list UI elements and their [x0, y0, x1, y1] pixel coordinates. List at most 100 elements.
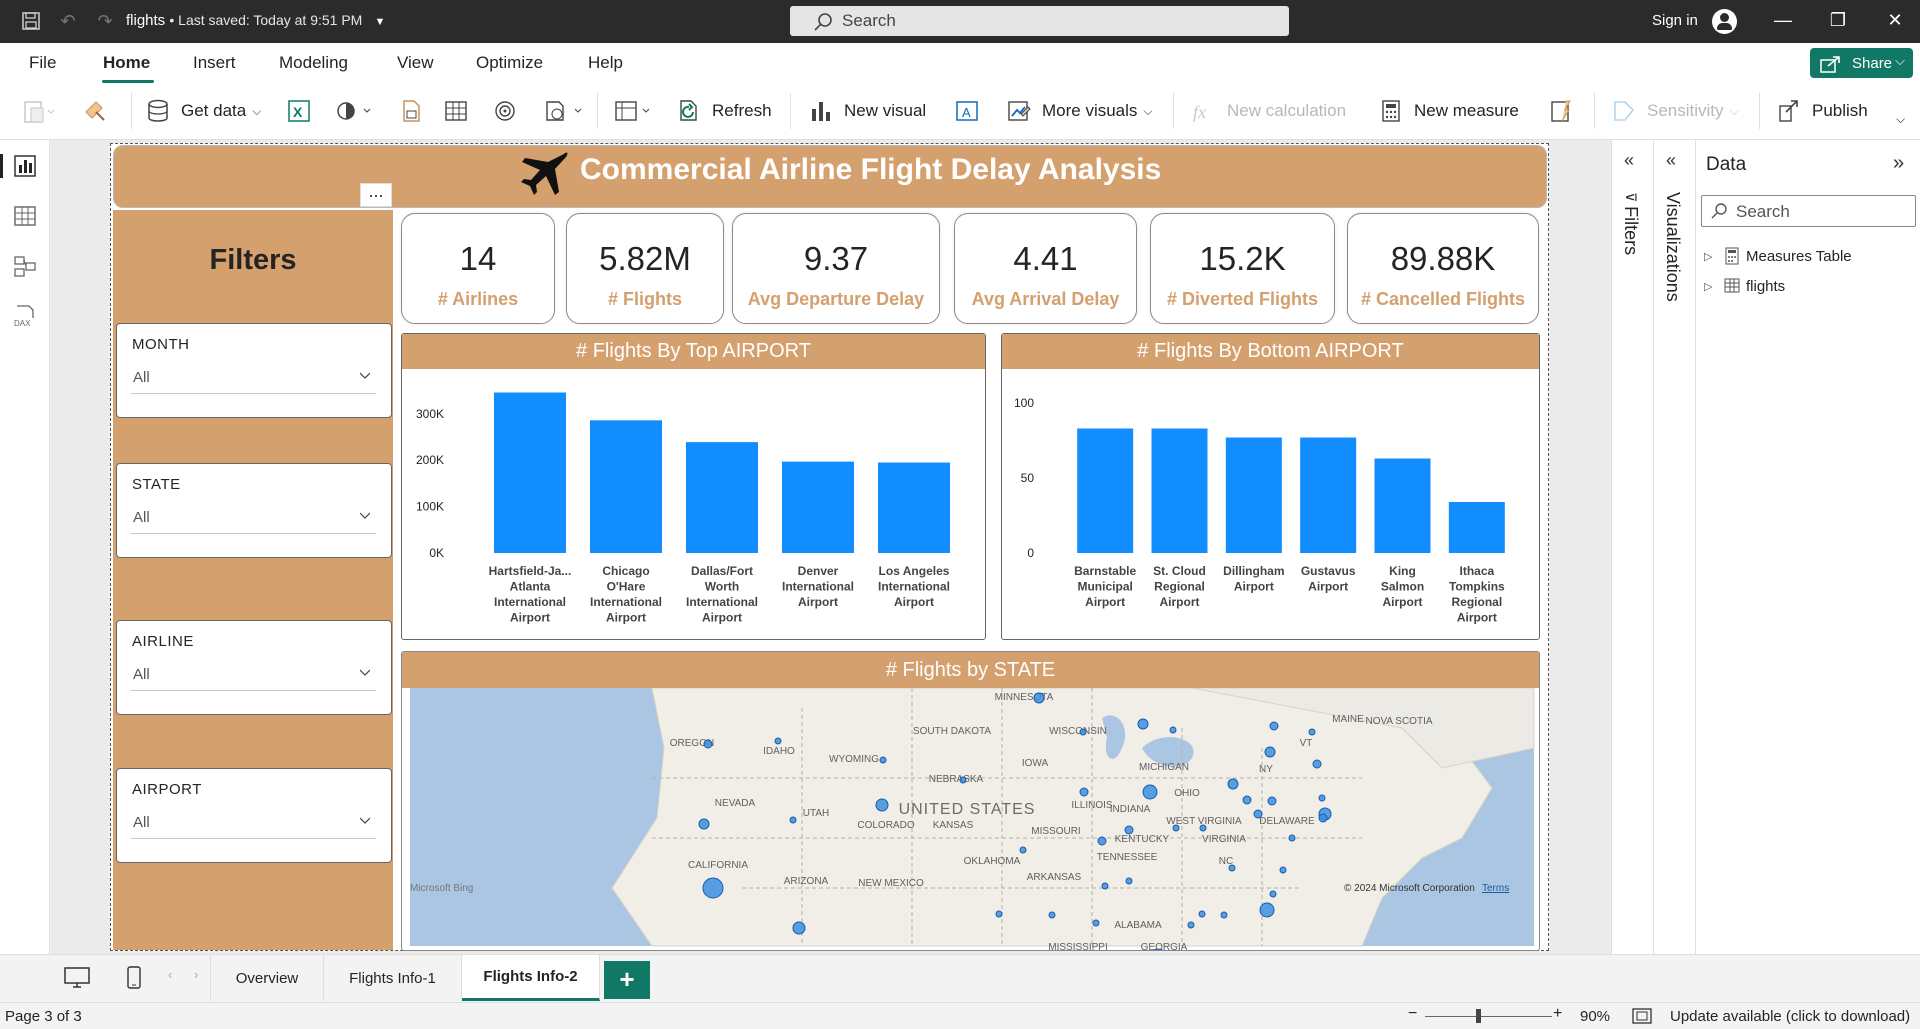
menu-insert[interactable]: Insert: [193, 53, 236, 73]
desktop-layout-icon[interactable]: [63, 966, 91, 990]
tab-flights-info-2[interactable]: Flights Info-2: [462, 955, 600, 1001]
model-view-icon[interactable]: [13, 254, 37, 278]
file-name-dropdown[interactable]: flights • Last saved: Today at 9:51 PM ▼: [126, 12, 385, 29]
excel-button[interactable]: X: [286, 97, 312, 125]
new-calculation-button[interactable]: fx New calculation: [1191, 97, 1346, 125]
menu-home[interactable]: Home: [103, 53, 150, 73]
save-icon[interactable]: [18, 8, 44, 34]
tab-flights-info-1[interactable]: Flights Info-1: [324, 955, 462, 1001]
report-view-icon[interactable]: [13, 154, 37, 178]
kpi-card-diverted-flights[interactable]: 15.2K # Diverted Flights: [1150, 213, 1335, 324]
dataverse-button[interactable]: [398, 97, 424, 125]
bottom-airport-chart[interactable]: # Flights By Bottom AIRPORT 0 50 100 Barnst…: [1001, 333, 1540, 640]
kpi-card-airlines[interactable]: 14 # Airlines: [401, 213, 555, 324]
zoom-out-button[interactable]: −: [1408, 1005, 1417, 1023]
kpi-card-flights[interactable]: 5.82M # Flights: [566, 213, 724, 324]
collapse-left-icon[interactable]: «: [1624, 150, 1634, 171]
text-box-button[interactable]: A: [954, 97, 980, 125]
minimize-icon[interactable]: —: [1768, 10, 1798, 31]
dax-query-view-icon[interactable]: DAX: [13, 304, 37, 328]
table-view-icon[interactable]: [13, 204, 37, 228]
country-label: UNITED STATES: [899, 801, 1036, 818]
more-visuals-button[interactable]: More visuals ⌵: [1006, 97, 1153, 125]
chevron-left-icon[interactable]: ‹: [168, 967, 172, 982]
map-region-label: ARKANSAS: [1027, 872, 1082, 883]
onelake-button[interactable]: [334, 97, 374, 125]
fit-to-page-icon[interactable]: [1632, 1008, 1652, 1024]
menu-modeling[interactable]: Modeling: [279, 53, 348, 73]
menu-optimize[interactable]: Optimize: [476, 53, 543, 73]
recent-sources-button[interactable]: [492, 97, 518, 125]
close-icon[interactable]: ✕: [1880, 10, 1910, 31]
x-tick-label: St. Cloud Regional Airport: [1153, 564, 1206, 609]
mobile-layout-icon[interactable]: [126, 966, 142, 990]
undo-icon[interactable]: ↶: [55, 8, 81, 34]
search-box[interactable]: Search: [790, 6, 1289, 36]
us-map[interactable]: UNITED STATES MINNESOTA SOUTH DAKOTA WISCON…: [402, 688, 1540, 951]
new-visual-button[interactable]: New visual: [808, 97, 926, 125]
more-options-button[interactable]: ...: [360, 182, 392, 207]
format-painter-button[interactable]: [82, 97, 108, 125]
publish-label: Publish: [1812, 101, 1868, 120]
quick-measure-button[interactable]: [1548, 97, 1574, 125]
airline-dropdown[interactable]: All: [131, 659, 376, 691]
enter-data-button[interactable]: [443, 97, 469, 125]
text-box-icon: A: [956, 101, 978, 121]
add-page-button[interactable]: +: [604, 961, 650, 999]
y-tick-label: 200K: [416, 453, 444, 467]
kpi-card-avg-departure-delay[interactable]: 9.37 Avg Departure Delay: [732, 213, 940, 324]
tab-overview[interactable]: Overview: [210, 955, 324, 1001]
refresh-label: Refresh: [712, 101, 772, 120]
flights-by-state-map[interactable]: # Flights by STATE UNITED STATES MINNESOT…: [401, 651, 1540, 951]
kpi-card-cancelled-flights[interactable]: 89.88K # Cancelled Flights: [1347, 213, 1539, 324]
data-search-input[interactable]: Search: [1701, 195, 1916, 227]
collapse-right-icon[interactable]: »: [1893, 152, 1904, 175]
get-data-button[interactable]: Get data ⌵: [145, 97, 261, 125]
map-bubble: [1169, 726, 1177, 734]
sensitivity-button[interactable]: Sensitivity ⌵: [1611, 97, 1739, 125]
redo-icon[interactable]: ↷: [92, 8, 118, 34]
map-terms-link[interactable]: Terms: [1482, 883, 1509, 894]
kpi-label: # Airlines: [437, 289, 519, 309]
tree-item-measures-table[interactable]: ▷ Measures Table: [1704, 247, 1852, 265]
share-button[interactable]: Share ⌵: [1810, 48, 1913, 78]
avatar[interactable]: [1712, 9, 1737, 34]
restore-icon[interactable]: ❐: [1823, 10, 1853, 31]
state-dropdown[interactable]: All: [131, 502, 376, 534]
publish-button[interactable]: Publish: [1776, 97, 1868, 125]
zoom-slider-thumb[interactable]: [1476, 1009, 1481, 1023]
transform-data-button[interactable]: [543, 97, 585, 125]
map-region-label: OHIO: [1174, 788, 1200, 799]
tree-item-label: flights: [1746, 277, 1786, 295]
month-dropdown[interactable]: All: [131, 362, 376, 394]
paste-button[interactable]: [22, 97, 56, 125]
map-bubble: [1288, 834, 1296, 842]
menu-help[interactable]: Help: [588, 53, 623, 73]
update-available-link[interactable]: Update available (click to download): [1670, 1008, 1910, 1025]
slicer-month: MONTH All: [116, 323, 392, 418]
menu-file[interactable]: File: [29, 53, 56, 73]
collapse-left-icon[interactable]: «: [1666, 150, 1676, 171]
zoom-in-button[interactable]: +: [1553, 1005, 1562, 1023]
map-region-label: UTAH: [803, 808, 829, 819]
kpi-card-avg-arrival-delay[interactable]: 4.41 Avg Arrival Delay: [954, 213, 1137, 324]
slicer-label: AIRPORT: [132, 781, 202, 798]
refresh-button[interactable]: Refresh: [676, 97, 772, 125]
visualizations-pane[interactable]: « Visualizations: [1653, 140, 1695, 954]
filters-pane[interactable]: « ⊽ Filters: [1611, 140, 1653, 954]
zoom-slider-track[interactable]: [1425, 1016, 1552, 1017]
menu-view[interactable]: View: [397, 53, 434, 73]
map-region-label: MICHIGAN: [1139, 762, 1189, 773]
new-measure-button[interactable]: New measure: [1378, 97, 1519, 125]
y-tick-label: 100K: [416, 500, 444, 514]
new-calculation-label: New calculation: [1227, 101, 1347, 120]
data-view-button[interactable]: [613, 97, 655, 125]
map-bubble: [1097, 836, 1107, 846]
airport-dropdown[interactable]: All: [131, 807, 376, 839]
ribbon-collapse-icon[interactable]: ⌵: [1896, 105, 1905, 133]
chevron-right-icon[interactable]: ›: [194, 967, 198, 982]
top-airport-chart[interactable]: # Flights By Top AIRPORT 0K 100K 200K 300K H…: [401, 333, 986, 640]
map-bubble: [774, 737, 782, 745]
sign-in-link[interactable]: Sign in: [1652, 12, 1698, 29]
tree-item-flights[interactable]: ▷ flights: [1704, 277, 1785, 295]
